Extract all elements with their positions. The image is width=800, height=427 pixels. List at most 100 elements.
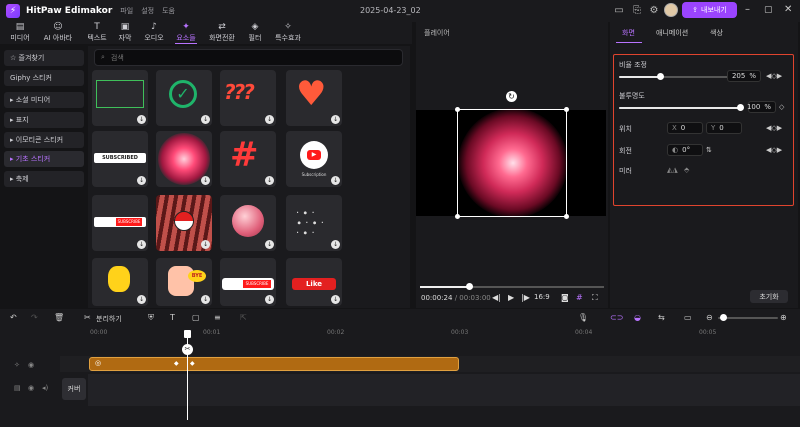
shield-icon[interactable]: ⛨ bbox=[148, 313, 154, 323]
prev-frame-icon[interactable]: ◀| bbox=[492, 293, 501, 302]
tab-audio[interactable]: ♪ 오디오 bbox=[140, 22, 168, 44]
flip-vertical-icon[interactable]: ⬘ bbox=[684, 166, 689, 174]
download-icon[interactable]: ↓ bbox=[265, 295, 274, 304]
minimize-icon[interactable]: – bbox=[745, 4, 750, 15]
resize-handle[interactable] bbox=[455, 107, 460, 112]
save-icon[interactable]: ⎘ bbox=[630, 4, 644, 18]
visibility-icon[interactable]: ◉ bbox=[28, 361, 34, 369]
text-tool-icon[interactable]: T bbox=[170, 313, 175, 322]
ratio-select[interactable]: 16:9 bbox=[534, 293, 550, 301]
download-icon[interactable]: ↓ bbox=[331, 176, 340, 185]
close-icon[interactable]: ✕ bbox=[784, 4, 792, 15]
tab-screen[interactable]: 화면 bbox=[622, 28, 635, 38]
sticker-youtube-subscription[interactable]: ▶ Subscription ↓ bbox=[286, 131, 342, 187]
download-icon[interactable]: ↓ bbox=[331, 115, 340, 124]
sticker-like-button[interactable]: Like ↓ bbox=[286, 258, 342, 306]
sticker-pokeball-rays[interactable]: ↓ bbox=[156, 195, 212, 251]
crop-icon[interactable]: ▢ bbox=[192, 313, 200, 322]
flip-horizontal-icon[interactable]: ◭◮ bbox=[667, 166, 678, 174]
keyframe-icon[interactable]: ◇ bbox=[779, 103, 784, 111]
resize-handle[interactable] bbox=[455, 214, 460, 219]
position-x-field[interactable]: X0 bbox=[667, 122, 703, 134]
sticker-question-marks[interactable]: ??? ↓ bbox=[220, 70, 276, 126]
selection-box[interactable] bbox=[457, 109, 567, 217]
sticker-green-check[interactable]: ✓ ↓ bbox=[156, 70, 212, 126]
delete-icon[interactable]: 🗑 bbox=[54, 313, 64, 322]
download-icon[interactable]: ↓ bbox=[265, 176, 274, 185]
snapshot-icon[interactable]: ◙ bbox=[561, 293, 569, 302]
keyframe-icon[interactable]: ◀◇▶ bbox=[766, 72, 782, 80]
scissors-icon[interactable]: ✂ bbox=[182, 344, 193, 355]
sticker-clip[interactable]: ◎ ◆ ◆ bbox=[89, 357, 459, 371]
tab-animation[interactable]: 애니메이션 bbox=[656, 28, 688, 38]
tab-subtitle[interactable]: ▣ 자막 bbox=[114, 22, 136, 44]
sidebar-item-festival[interactable]: ▸ 축제 bbox=[4, 171, 84, 187]
menu-file[interactable]: 파일 bbox=[120, 6, 133, 16]
tab-text[interactable]: T 텍스트 bbox=[84, 22, 110, 44]
download-icon[interactable]: ↓ bbox=[201, 240, 210, 249]
menu-settings[interactable]: 설정 bbox=[141, 6, 154, 16]
monitor-icon[interactable]: ▭ bbox=[612, 4, 626, 18]
sticker-subscribed-button[interactable]: SUBSCRIBED ↓ bbox=[92, 131, 148, 187]
sticker-pink-orb[interactable]: ↓ bbox=[220, 195, 276, 251]
scale-value[interactable]: 205% bbox=[727, 70, 761, 82]
grid-icon[interactable]: # bbox=[576, 293, 583, 302]
sticker-pink-burst[interactable]: ↓ bbox=[156, 131, 212, 187]
cover-button[interactable]: 커버 bbox=[62, 378, 86, 400]
sidebar-item-favorites[interactable]: ☆ 즐겨찾기 bbox=[4, 50, 84, 66]
audio-mute-icon[interactable]: ◂) bbox=[42, 384, 48, 392]
sidebar-item-emoji[interactable]: ▸ 이모티콘 스티커 bbox=[4, 132, 84, 148]
reset-button[interactable]: 초기화 bbox=[750, 290, 788, 303]
download-icon[interactable]: ↓ bbox=[201, 295, 210, 304]
download-icon[interactable]: ↓ bbox=[331, 295, 340, 304]
split-icon[interactable]: ✂ bbox=[84, 313, 91, 322]
sidebar-item-giphy[interactable]: Giphy 스티커 bbox=[4, 70, 84, 86]
magnet-icon[interactable]: ◒ bbox=[634, 313, 641, 322]
download-icon[interactable]: ↓ bbox=[137, 176, 146, 185]
sticker-green-frame[interactable]: ↓ bbox=[92, 70, 148, 126]
sidebar-item-social[interactable]: ▸ 소셜 미디어 bbox=[4, 92, 84, 108]
zoom-knob[interactable] bbox=[720, 314, 727, 321]
sticker-yellow-bomb[interactable]: ↓ bbox=[92, 258, 148, 306]
sticker-red-hashtag[interactable]: # ↓ bbox=[220, 131, 276, 187]
tab-ai-avatar[interactable]: ☺ AI 아바타 bbox=[38, 22, 78, 44]
sticker-heart-face[interactable]: ♥ ↓ bbox=[286, 70, 342, 126]
undo-icon[interactable]: ↶ bbox=[10, 313, 17, 322]
keyframe-icon[interactable]: ◀◇▶ bbox=[766, 146, 782, 154]
keyframe-marker-icon[interactable]: ◆ bbox=[190, 360, 195, 367]
download-icon[interactable]: ↓ bbox=[331, 240, 340, 249]
position-y-field[interactable]: Y0 bbox=[706, 122, 742, 134]
keyframe-marker-icon[interactable]: ◆ bbox=[174, 360, 179, 367]
opacity-knob[interactable] bbox=[737, 104, 744, 111]
keyframe-icon[interactable]: ◀◇▶ bbox=[766, 124, 782, 132]
scale-knob[interactable] bbox=[657, 73, 664, 80]
play-icon[interactable]: ▶ bbox=[508, 293, 514, 302]
search-input[interactable]: ⌕ 검색 bbox=[94, 49, 403, 66]
zoom-out-icon[interactable]: ⊖ bbox=[706, 313, 713, 322]
track-icon[interactable]: ⇆ bbox=[658, 313, 665, 322]
zoom-slider[interactable] bbox=[718, 317, 778, 319]
tab-transition[interactable]: ⇄ 화면전환 bbox=[204, 22, 240, 44]
rotate-handle-icon[interactable]: ↻ bbox=[506, 91, 517, 102]
tab-media[interactable]: ▤ 미디어 bbox=[6, 22, 34, 44]
split-label[interactable]: 분리하기 bbox=[96, 314, 122, 324]
playhead-knob[interactable] bbox=[184, 330, 191, 338]
maximize-icon[interactable]: ▢ bbox=[764, 5, 773, 15]
avatar[interactable] bbox=[664, 3, 678, 17]
seek-knob[interactable] bbox=[466, 283, 473, 290]
visibility-icon[interactable]: ◉ bbox=[28, 384, 34, 392]
tab-effects[interactable]: ✧ 특수효과 bbox=[270, 22, 306, 44]
zoom-in-icon[interactable]: ⊕ bbox=[780, 313, 787, 322]
sticker-bye-hand[interactable]: BYE ↓ bbox=[156, 258, 212, 306]
sticker-sparkle-dots[interactable]: ·∙· ∙·∙· ·∙· ↓ bbox=[286, 195, 342, 251]
sticker-red-subscribe[interactable]: SUBSCRIBE ↓ bbox=[220, 258, 276, 306]
fullscreen-icon[interactable]: ⛶ bbox=[592, 293, 598, 303]
sidebar-item-cover[interactable]: ▸ 표지 bbox=[4, 112, 84, 128]
link-icon[interactable]: ⊂⊃ bbox=[610, 313, 623, 322]
mic-icon[interactable]: 🎙 bbox=[578, 313, 588, 322]
tab-elements[interactable]: ✦ 요소들 bbox=[172, 22, 200, 44]
redo-icon[interactable]: ↷ bbox=[31, 313, 38, 322]
tab-filter[interactable]: ◈ 필터 bbox=[244, 22, 266, 44]
align-icon[interactable]: ≡ bbox=[214, 313, 221, 322]
fit-icon[interactable]: ▭ bbox=[684, 313, 692, 322]
